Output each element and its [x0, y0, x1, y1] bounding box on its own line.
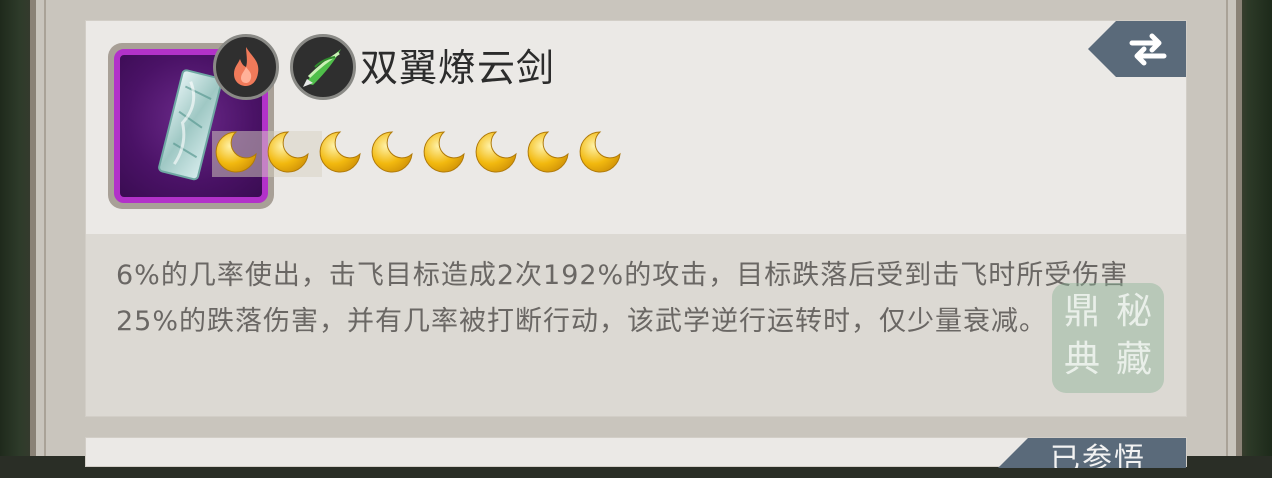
- fire-element-badge: [213, 34, 279, 100]
- seal-char: 秘: [1115, 291, 1152, 332]
- status-label: 已参悟: [1050, 442, 1146, 477]
- status-tab: 已参悟: [998, 438, 1186, 468]
- moon-rank-icon: [524, 128, 572, 176]
- wind-blade-element-badge: [290, 34, 356, 100]
- wind-blade-icon: [303, 49, 341, 87]
- skill-description: 6%的几率使出，击飞目标造成2次192%的攻击，目标跌落后受到击飞时所受伤害25…: [116, 260, 1129, 337]
- moon-rank-icon: [420, 128, 468, 176]
- seal-char: 藏: [1115, 339, 1152, 380]
- seal-char: 鼎: [1063, 291, 1100, 332]
- seal-stamp: 秘 藏 鼎 典: [1052, 283, 1164, 393]
- fire-icon: [234, 47, 259, 86]
- swap-arrows-icon: [1129, 33, 1167, 66]
- moon-rank-icon: [212, 128, 260, 176]
- rank-moons: [212, 128, 632, 178]
- moon-rank-icon: [264, 128, 312, 176]
- moon-rank-icon: [576, 128, 624, 176]
- skill-title: 双翼燎云剑: [360, 46, 556, 90]
- moon-rank-icon: [472, 128, 520, 176]
- swap-button[interactable]: [1088, 21, 1186, 77]
- next-skill-card[interactable]: 已参悟: [85, 437, 1187, 468]
- moon-rank-icon: [316, 128, 364, 176]
- seal-char: 典: [1063, 339, 1100, 380]
- moon-rank-icon: [368, 128, 416, 176]
